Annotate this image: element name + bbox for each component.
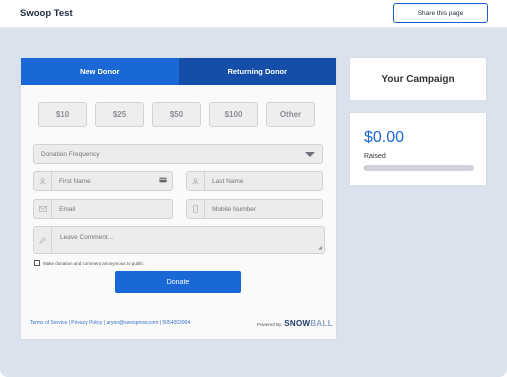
tab-returning-donor[interactable]: Returning Donor bbox=[178, 58, 336, 85]
amount-25-button[interactable]: $25 bbox=[95, 102, 144, 127]
anonymous-checkbox[interactable] bbox=[34, 260, 40, 266]
last-name-field[interactable]: Last Name bbox=[186, 171, 323, 191]
user-icon bbox=[187, 172, 205, 190]
comment-placeholder: Leave Comment... bbox=[60, 234, 114, 241]
chevron-down-icon bbox=[305, 151, 315, 157]
mobile-number-field[interactable]: Mobile Number bbox=[186, 199, 323, 219]
pencil-icon bbox=[34, 227, 52, 253]
raised-label: Raised bbox=[364, 153, 386, 160]
powered-by-label: Powered By bbox=[257, 322, 282, 327]
snowball-logo: SNOWBALL bbox=[284, 319, 333, 328]
amount-50-button[interactable]: $50 bbox=[152, 102, 201, 127]
amount-10-button[interactable]: $10 bbox=[38, 102, 87, 127]
donation-frequency-select[interactable]: Donation Frequency bbox=[33, 144, 323, 164]
email-placeholder: Email bbox=[59, 205, 76, 213]
top-bar: Swoop Test Share this page bbox=[0, 0, 507, 28]
campaign-title-card: Your Campaign bbox=[349, 57, 487, 101]
page-title: Swoop Test bbox=[20, 8, 73, 19]
user-icon bbox=[34, 172, 52, 190]
anonymous-label: Make donation and comment anonymous to p… bbox=[43, 260, 145, 266]
email-field[interactable]: Email bbox=[33, 199, 173, 219]
brand-dark-text: SNOW bbox=[284, 319, 311, 328]
donate-button[interactable]: Donate bbox=[115, 271, 241, 293]
progress-bar bbox=[364, 165, 474, 171]
donor-tabs: New Donor Returning Donor bbox=[21, 58, 336, 85]
share-page-button[interactable]: Share this page bbox=[393, 3, 488, 23]
amount-options: $10 $25 $50 $100 Other bbox=[38, 102, 315, 127]
first-name-field[interactable]: First Name bbox=[33, 171, 173, 191]
footer-links[interactable]: Terms of Service | Privacy Policy | aryo… bbox=[30, 320, 190, 326]
campaign-title: Your Campaign bbox=[381, 73, 455, 85]
amount-100-button[interactable]: $100 bbox=[209, 102, 258, 127]
resize-handle-icon[interactable]: ◢ bbox=[318, 245, 322, 251]
phone-icon bbox=[187, 200, 205, 218]
brand-light-text: BALL bbox=[310, 319, 333, 328]
amount-raised: $0.00 bbox=[364, 129, 405, 146]
first-name-placeholder: First Name bbox=[59, 177, 91, 185]
last-name-placeholder: Last Name bbox=[212, 177, 244, 185]
envelope-icon bbox=[34, 200, 52, 218]
tab-new-donor[interactable]: New Donor bbox=[21, 58, 179, 85]
mobile-placeholder: Mobile Number bbox=[212, 205, 257, 213]
comment-textarea[interactable]: Leave Comment... ◢ bbox=[33, 226, 325, 254]
amount-other-button[interactable]: Other bbox=[266, 102, 315, 127]
credit-card-icon bbox=[159, 177, 167, 185]
raised-card: $0.00 Raised bbox=[349, 112, 487, 186]
powered-by: Powered By SNOWBALL bbox=[257, 319, 333, 328]
progress-fill bbox=[364, 165, 366, 171]
frequency-placeholder: Donation Frequency bbox=[41, 150, 100, 158]
anonymous-option[interactable]: Make donation and comment anonymous to p… bbox=[34, 260, 145, 266]
